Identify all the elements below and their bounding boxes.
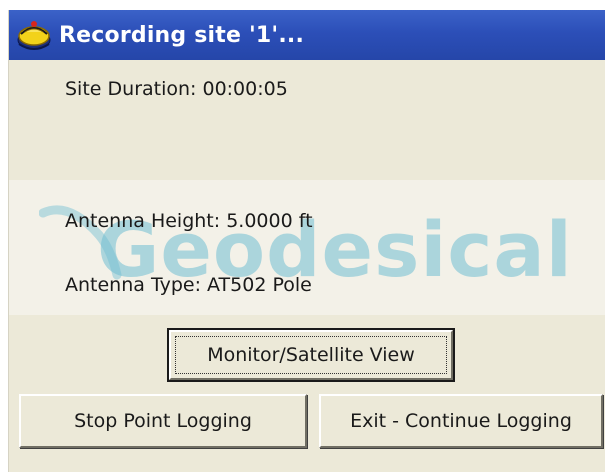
recording-dialog: Recording site '1'... Site Duration: 00:… — [8, 10, 605, 472]
antenna-type-label: Antenna Type: AT502 Pole — [65, 274, 312, 296]
focus-ring — [175, 336, 447, 374]
title-bar[interactable]: Recording site '1'... — [9, 10, 605, 60]
satellite-receiver-icon — [17, 21, 51, 50]
exit-continue-logging-label: Exit - Continue Logging — [350, 410, 572, 432]
window-title: Recording site '1'... — [59, 22, 305, 48]
exit-continue-logging-button[interactable]: Exit - Continue Logging — [319, 394, 603, 448]
stop-point-logging-button[interactable]: Stop Point Logging — [19, 394, 307, 448]
site-duration-label: Site Duration: 00:00:05 — [65, 78, 288, 100]
stop-point-logging-label: Stop Point Logging — [74, 410, 252, 432]
monitor-satellite-view-button[interactable]: Monitor/Satellite View — [167, 328, 455, 382]
antenna-height-label: Antenna Height: 5.0000 ft — [65, 210, 313, 232]
